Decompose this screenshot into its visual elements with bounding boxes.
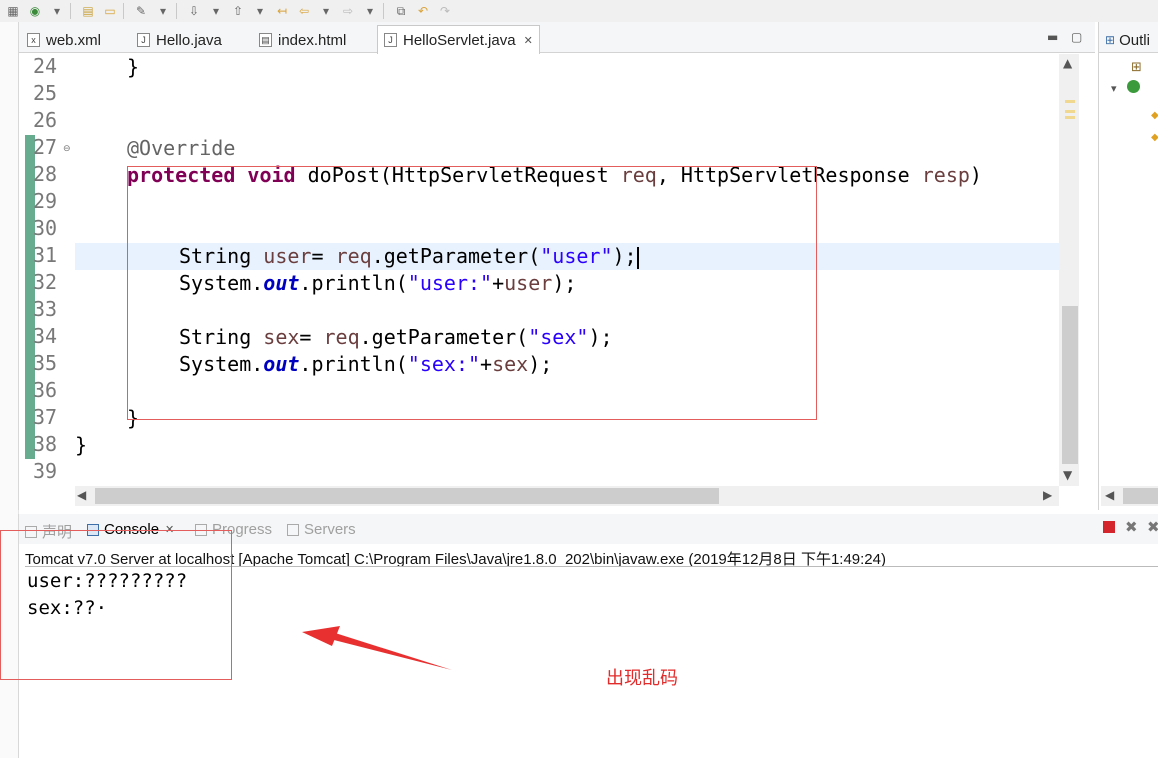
dropdown-icon[interactable]: ▾ <box>207 2 225 20</box>
servers-icon <box>287 523 299 536</box>
package-icon: ⊞ <box>1131 60 1142 75</box>
outline-icon: ⊞ <box>1105 33 1116 47</box>
dropdown-icon[interactable]: ▾ <box>154 2 172 20</box>
editor-tabbar: x web.xml J Hello.java ▤ index.html J He… <box>19 22 1095 54</box>
vertical-scrollbar[interactable]: ▲ ▼ <box>1059 54 1079 486</box>
editor-area: x web.xml J Hello.java ▤ index.html J He… <box>18 22 1095 510</box>
tab-web-xml[interactable]: x web.xml <box>27 28 101 52</box>
toolbar-separator <box>123 3 124 19</box>
class-icon <box>1127 80 1140 93</box>
line-number: 30 <box>33 216 58 240</box>
tab-hello-java[interactable]: J Hello.java <box>137 28 222 52</box>
line-number: 26 <box>33 108 58 132</box>
undo-icon[interactable]: ↶ <box>414 2 432 20</box>
line-number-gutter: 24 25 26 27 28 29 30 31 32 33 34 35 36 3… <box>19 54 73 486</box>
line-number: 31 <box>33 243 58 267</box>
remove-launch-icon[interactable]: ✖ <box>1125 518 1138 536</box>
html-file-icon: ▤ <box>259 33 272 47</box>
line-number: 27 <box>33 135 58 159</box>
edit-icon[interactable]: ✎ <box>132 2 150 20</box>
dropdown-icon[interactable]: ▾ <box>48 2 66 20</box>
method-icon: ◆ <box>1151 132 1158 143</box>
tab-label: Hello.java <box>156 31 222 49</box>
line-number: 36 <box>33 378 58 402</box>
line-number: 33 <box>33 297 58 321</box>
run-icon[interactable]: ◉ <box>26 2 44 20</box>
tab-index-html[interactable]: ▤ index.html <box>259 28 346 52</box>
java-file-icon: J <box>384 33 397 47</box>
dropdown-icon[interactable]: ▾ <box>251 2 269 20</box>
open-folder-icon[interactable]: ▭ <box>101 2 119 20</box>
line-number: 28 <box>33 162 58 186</box>
xml-file-icon: x <box>27 33 40 47</box>
forward-icon[interactable]: ⇨ <box>339 2 357 20</box>
tab-label: Outli <box>1119 31 1150 49</box>
main-toolbar: ▦ ◉ ▾ ▤ ▭ ✎ ▾ ⇩ ▾ ⇧ ▾ ↤ ⇦ ▾ ⇨ ▾ ⧉ ↶ ↷ <box>0 0 1158 22</box>
horizontal-scrollbar[interactable]: ◀ ▶ <box>75 486 1059 506</box>
new-project-icon[interactable]: ▦ <box>4 2 22 20</box>
expand-icon[interactable]: ▾ <box>1111 82 1117 95</box>
line-number: 39 <box>33 459 58 483</box>
overview-marker <box>1065 116 1075 119</box>
horizontal-scroll-thumb[interactable] <box>95 488 719 504</box>
remove-all-icon[interactable]: ✖ <box>1147 518 1158 536</box>
tab-label: index.html <box>278 31 347 49</box>
tab-label: web.xml <box>46 31 102 49</box>
scroll-down-icon[interactable]: ▼ <box>1063 468 1072 482</box>
tab-label: HelloServlet.java <box>403 31 516 49</box>
line-number: 37 <box>33 405 58 429</box>
tab-helloservlet-java[interactable]: J HelloServlet.java ✕ <box>377 25 540 54</box>
tab-servers[interactable]: Servers <box>287 521 356 538</box>
scroll-left-icon[interactable]: ◀ <box>77 488 86 502</box>
annotation-label: 出现乱码 <box>606 668 678 689</box>
prev-annotation-icon[interactable]: ⇧ <box>229 2 247 20</box>
java-file-icon: J <box>137 33 150 47</box>
close-icon[interactable]: ✕ <box>524 34 533 47</box>
line-number: 38 <box>33 432 58 456</box>
line-number: 35 <box>33 351 58 375</box>
output-highlight-box <box>0 530 232 680</box>
scroll-left-icon[interactable]: ◀ <box>1105 488 1114 502</box>
last-edit-icon[interactable]: ↤ <box>273 2 291 20</box>
code-line-24: } <box>127 55 140 79</box>
scroll-up-icon[interactable]: ▲ <box>1063 56 1072 70</box>
tab-outline[interactable]: ⊞ Outli <box>1099 28 1150 52</box>
terminate-icon[interactable] <box>1103 521 1115 533</box>
tab-label: Servers <box>304 521 356 538</box>
fold-toggle-icon[interactable]: ⊖ <box>63 144 71 154</box>
toolbar-separator <box>176 3 177 19</box>
code-line-27: @Override <box>127 136 236 160</box>
outline-hscroll[interactable]: ◀ <box>1101 486 1158 506</box>
code-highlight-box <box>127 166 817 420</box>
redo-icon[interactable]: ↷ <box>436 2 454 20</box>
code-line-38: } <box>75 433 88 457</box>
back-icon[interactable]: ⇦ <box>295 2 313 20</box>
open-type-icon[interactable]: ▤ <box>79 2 97 20</box>
overview-marker <box>1065 110 1075 113</box>
code-editor[interactable]: } @Override protected void doPost(HttpSe… <box>75 54 1059 486</box>
outline-view: ⊞ Outli ⊞ ▾ ◆ ◆ ◀ <box>1098 22 1158 510</box>
toolbar-separator <box>383 3 384 19</box>
line-number: 29 <box>33 189 58 213</box>
overview-marker <box>1065 100 1075 103</box>
maximize-icon[interactable]: ▢ <box>1071 30 1082 44</box>
outline-tabbar: ⊞ Outli <box>1099 22 1158 53</box>
line-number: 32 <box>33 270 58 294</box>
method-icon: ◆ <box>1151 110 1158 121</box>
dropdown-icon[interactable]: ▾ <box>361 2 379 20</box>
horizontal-scroll-thumb[interactable] <box>1123 488 1158 504</box>
minimize-icon[interactable]: ▬ <box>1047 30 1058 44</box>
line-number: 34 <box>33 324 58 348</box>
line-number: 25 <box>33 81 58 105</box>
dropdown-icon[interactable]: ▾ <box>317 2 335 20</box>
vertical-scroll-thumb[interactable] <box>1062 306 1078 464</box>
scroll-right-icon[interactable]: ▶ <box>1043 488 1052 502</box>
line-number: 24 <box>33 54 58 78</box>
next-annotation-icon[interactable]: ⇩ <box>185 2 203 20</box>
toolbar-separator <box>70 3 71 19</box>
open-perspective-icon[interactable]: ⧉ <box>392 2 410 20</box>
